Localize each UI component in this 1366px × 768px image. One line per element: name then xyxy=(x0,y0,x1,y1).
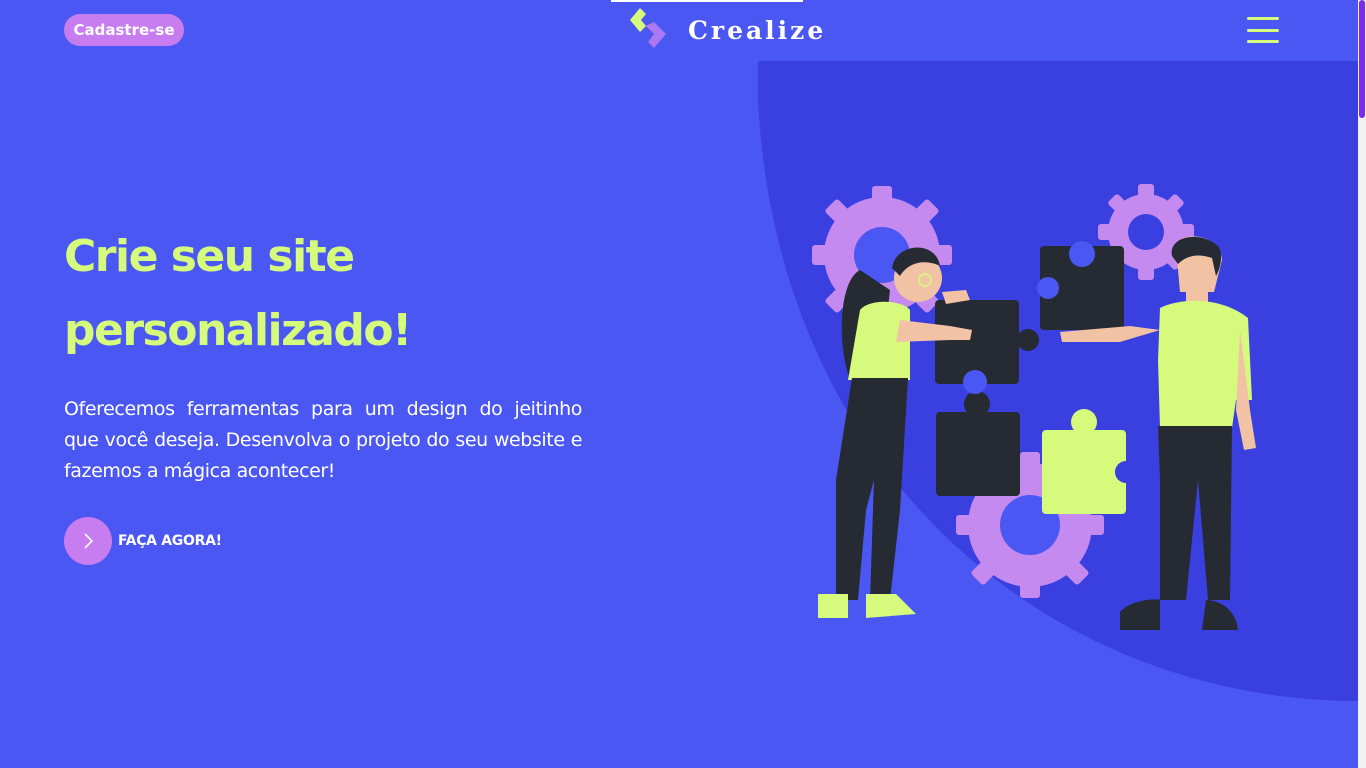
puzzle-piece-top-left xyxy=(935,300,1039,384)
hero-title: Crie seu site personalizado! xyxy=(64,220,684,368)
hamburger-menu-icon[interactable] xyxy=(1246,16,1280,44)
puzzle-piece-bottom-right xyxy=(1042,409,1137,514)
signup-button[interactable]: Cadastre-se xyxy=(64,14,184,46)
puzzle-piece-top-right xyxy=(1037,241,1124,330)
hero-description: Oferecemos ferramentas para um design do… xyxy=(64,398,582,482)
scrollbar-thumb[interactable] xyxy=(1359,0,1365,118)
puzzle-piece-bottom-left xyxy=(936,370,1020,496)
site-header: Cadastre-se Crealize xyxy=(0,0,1358,61)
scrollbar[interactable] xyxy=(1358,0,1366,768)
chevron-right-icon[interactable] xyxy=(64,517,112,565)
crealize-logo-icon xyxy=(630,8,666,48)
brand-name: Crealize xyxy=(688,15,827,45)
cta-label[interactable]: FAÇA AGORA! xyxy=(118,533,222,549)
cta-button[interactable]: FAÇA AGORA! xyxy=(64,517,222,565)
puzzle-illustration xyxy=(812,184,1256,630)
hero-title-line-2: personalizado! xyxy=(64,305,412,356)
hero-title-line-1: Crie seu site xyxy=(64,231,355,282)
brand-logo[interactable]: Crealize xyxy=(626,4,826,54)
